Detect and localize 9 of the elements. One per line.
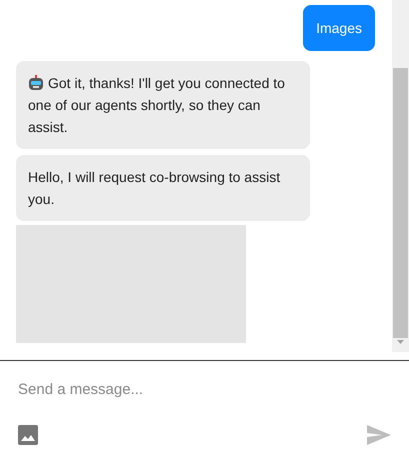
scrollbar[interactable] [392, 0, 409, 352]
bot-message: Got it, thanks! I'll get you connected to one of our agents shortly, so they can assist. [16, 61, 310, 149]
scrollbar-thumb[interactable] [393, 68, 408, 338]
image-icon[interactable] [18, 425, 38, 445]
bot-message: Hello, I will request co-browsing to assist you. [16, 155, 310, 221]
user-message: Images [303, 5, 375, 51]
scroll-down-icon[interactable] [397, 340, 404, 344]
send-icon[interactable] [367, 425, 391, 445]
message-input[interactable]: Send a message... [18, 377, 391, 401]
